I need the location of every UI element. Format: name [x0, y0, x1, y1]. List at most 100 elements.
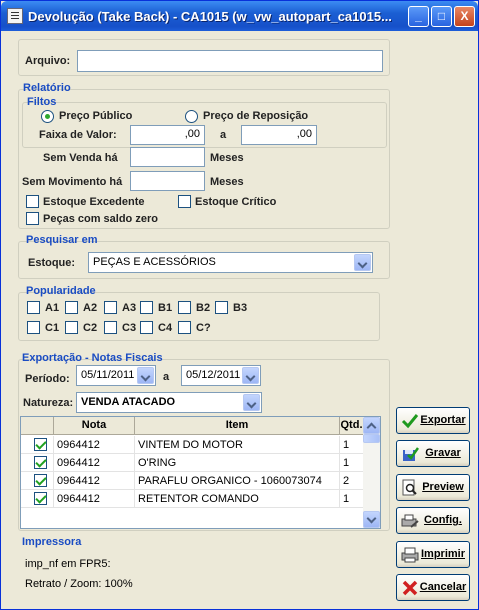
maximize-button[interactable]: □ — [431, 6, 452, 27]
radio-preco-reposicao[interactable] — [185, 110, 198, 123]
pop-c2-label: C2 — [83, 322, 98, 334]
arquivo-input[interactable] — [77, 50, 383, 72]
notas-table[interactable]: Nota Item Qtd. 0964412 VINTEM DO MOTOR 1… — [20, 416, 381, 529]
estoque-excedente-checkbox[interactable] — [26, 195, 39, 208]
main-window: Devolução (Take Back) - CA1015 (w_vw_aut… — [0, 0, 479, 610]
table-row[interactable]: 0964412 VINTEM DO MOTOR 1 — [21, 436, 364, 454]
exportar-button-label: Exportar — [420, 414, 466, 426]
gravar-button-label: Gravar — [425, 447, 461, 459]
impressora-line1: imp_nf em FPR5: — [25, 558, 111, 570]
pop-b3-label: B3 — [233, 302, 248, 314]
periodo-de-value: 05/11/2011 — [81, 369, 135, 381]
table-scrollbar[interactable] — [363, 417, 380, 528]
cell-nota: 0964412 — [54, 490, 135, 508]
periodo-ate-select[interactable]: 05/12/2011 — [181, 365, 261, 386]
pop-a3-label: A3 — [122, 302, 137, 314]
radio-preco-publico[interactable] — [41, 110, 54, 123]
preview-button-label: Preview — [422, 481, 464, 493]
cell-qtd: 1 — [340, 454, 364, 472]
pop-c4-label: C4 — [158, 322, 173, 334]
table-row[interactable]: 0964412 PARAFLU ORGANICO - 1060073074 2 — [21, 472, 364, 490]
title-bar[interactable]: Devolução (Take Back) - CA1015 (w_vw_aut… — [1, 1, 478, 31]
pop-c-unknown-checkbox[interactable] — [178, 321, 191, 334]
estoque-label: Estoque: — [28, 257, 76, 269]
cell-qtd: 1 — [340, 436, 364, 454]
periodo-separator: a — [163, 371, 170, 383]
cancelar-button-label: Cancelar — [419, 581, 467, 593]
pop-c3-label: C3 — [122, 322, 137, 334]
estoque-excedente-label: Estoque Excedente — [43, 196, 145, 208]
cell-item: O'RING — [135, 454, 340, 472]
cancelar-button[interactable]: Cancelar — [396, 574, 470, 601]
pop-c2-checkbox[interactable] — [65, 321, 78, 334]
faixa-max-input[interactable]: ,00 — [241, 125, 317, 145]
estoque-select[interactable]: PEÇAS E ACESSÓRIOS — [88, 252, 373, 273]
estoque-critico-checkbox[interactable] — [178, 195, 191, 208]
cell-item: VINTEM DO MOTOR — [135, 436, 340, 454]
estoque-critico-label: Estoque Crítico — [195, 196, 277, 208]
chevron-down-icon[interactable] — [242, 367, 259, 384]
pop-c1-label: C1 — [45, 322, 60, 334]
chevron-down-icon[interactable] — [354, 254, 371, 271]
chevron-down-icon[interactable] — [243, 394, 260, 411]
natureza-value: VENDA ATACADO — [81, 396, 176, 408]
scroll-thumb[interactable] — [363, 434, 380, 443]
row-checkbox[interactable] — [34, 492, 47, 505]
pop-c1-checkbox[interactable] — [27, 321, 40, 334]
natureza-select[interactable]: VENDA ATACADO — [76, 392, 262, 413]
preview-button[interactable]: Preview — [396, 474, 470, 501]
row-checkbox[interactable] — [34, 474, 47, 487]
table-row[interactable]: 0964412 O'RING 1 — [21, 454, 364, 472]
window-title: Devolução (Take Back) - CA1015 (w_vw_aut… — [28, 9, 392, 24]
saldo-zero-checkbox[interactable] — [26, 212, 39, 225]
arquivo-label: Arquivo: — [25, 55, 71, 67]
table-row[interactable]: 0964412 RETENTOR COMANDO 1 — [21, 490, 364, 508]
chevron-down-icon[interactable] — [137, 367, 154, 384]
periodo-de-select[interactable]: 05/11/2011 — [76, 365, 156, 386]
pop-b2-checkbox[interactable] — [178, 301, 191, 314]
sem-venda-input[interactable] — [130, 147, 205, 167]
pop-b3-checkbox[interactable] — [215, 301, 228, 314]
natureza-label: Natureza: — [23, 397, 74, 409]
printer-icon — [401, 547, 419, 563]
imprimir-button[interactable]: Imprimir — [396, 541, 470, 568]
row-checkbox[interactable] — [34, 438, 47, 451]
pop-a3-checkbox[interactable] — [104, 301, 117, 314]
saldo-zero-label: Peças com saldo zero — [43, 213, 158, 225]
cancel-x-icon — [402, 580, 418, 596]
sem-movimento-input[interactable] — [130, 171, 205, 191]
save-icon — [403, 447, 419, 461]
config-button[interactable]: Config. — [396, 507, 470, 534]
popularidade-title: Popularidade — [26, 285, 96, 297]
cell-item: PARAFLU ORGANICO - 1060073074 — [135, 472, 340, 490]
close-button[interactable]: X — [454, 6, 475, 27]
pop-b1-checkbox[interactable] — [140, 301, 153, 314]
cell-qtd: 1 — [340, 490, 364, 508]
sem-venda-label: Sem Venda há — [43, 152, 118, 164]
pop-a1-checkbox[interactable] — [27, 301, 40, 314]
scroll-down-icon[interactable] — [363, 511, 380, 528]
minimize-button[interactable]: _ — [408, 6, 429, 27]
cell-nota: 0964412 — [54, 454, 135, 472]
sem-venda-unit: Meses — [210, 152, 244, 164]
row-checkbox[interactable] — [34, 456, 47, 469]
pop-c-unknown-label: C? — [196, 322, 211, 334]
faixa-separator: a — [220, 129, 227, 141]
cell-nota: 0964412 — [54, 436, 135, 454]
imprimir-button-label: Imprimir — [420, 548, 465, 560]
sem-movimento-label: Sem Movimento há — [22, 176, 123, 188]
exportar-button[interactable]: Exportar — [396, 407, 470, 434]
table-header-nota[interactable]: Nota — [54, 417, 135, 435]
pop-b1-label: B1 — [158, 302, 173, 314]
scroll-up-icon[interactable] — [363, 417, 380, 434]
pop-c4-checkbox[interactable] — [140, 321, 153, 334]
checkmark-icon — [401, 414, 419, 429]
pop-a2-checkbox[interactable] — [65, 301, 78, 314]
pop-b2-label: B2 — [196, 302, 211, 314]
table-header-qtd[interactable]: Qtd. — [340, 417, 364, 435]
periodo-ate-value: 05/12/2011 — [186, 369, 241, 381]
pop-c3-checkbox[interactable] — [104, 321, 117, 334]
faixa-min-input[interactable]: ,00 — [130, 125, 205, 145]
table-header-item[interactable]: Item — [135, 417, 340, 435]
gravar-button[interactable]: Gravar — [396, 440, 470, 467]
